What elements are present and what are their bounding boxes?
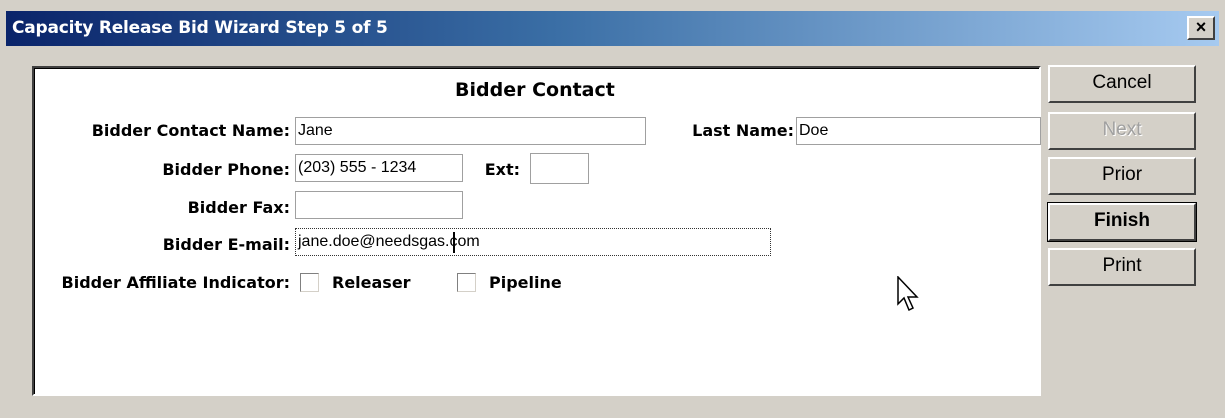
prior-button[interactable]: Prior <box>1048 157 1196 195</box>
contact-name-label: Bidder Contact Name: <box>91 121 290 140</box>
text-caret <box>453 232 455 253</box>
ext-field[interactable] <box>530 153 589 184</box>
contact-name-field[interactable]: Jane <box>295 117 646 145</box>
section-title: Bidder Contact <box>455 79 615 101</box>
last-name-field[interactable]: Doe <box>796 117 1041 145</box>
cancel-button[interactable]: Cancel <box>1048 65 1196 103</box>
email-label: Bidder E-mail: <box>162 235 290 254</box>
pipeline-label: Pipeline <box>489 273 562 292</box>
print-button[interactable]: Print <box>1048 248 1196 286</box>
close-icon[interactable]: × <box>1187 16 1215 40</box>
next-button[interactable]: Next <box>1048 112 1196 150</box>
pipeline-checkbox[interactable] <box>457 273 476 292</box>
mouse-pointer-icon <box>897 275 921 319</box>
finish-button[interactable]: Finish <box>1047 202 1197 242</box>
affiliate-indicator-label: Bidder Affiliate Indicator: <box>61 273 290 292</box>
window-title: Capacity Release Bid Wizard Step 5 of 5 <box>12 18 388 38</box>
phone-field[interactable]: (203) 555 - 1234 <box>295 154 463 182</box>
title-bar[interactable]: Capacity Release Bid Wizard Step 5 of 5 … <box>6 11 1219 46</box>
fax-field[interactable] <box>295 191 463 219</box>
wizard-window: Capacity Release Bid Wizard Step 5 of 5 … <box>0 0 1225 418</box>
releaser-label: Releaser <box>332 273 411 292</box>
releaser-checkbox[interactable] <box>300 273 319 292</box>
ext-label: Ext: <box>484 160 520 179</box>
last-name-label: Last Name: <box>692 121 794 140</box>
email-field[interactable]: jane.doe@needsgas.com <box>295 228 771 256</box>
phone-label: Bidder Phone: <box>162 160 290 179</box>
fax-label: Bidder Fax: <box>187 198 290 217</box>
